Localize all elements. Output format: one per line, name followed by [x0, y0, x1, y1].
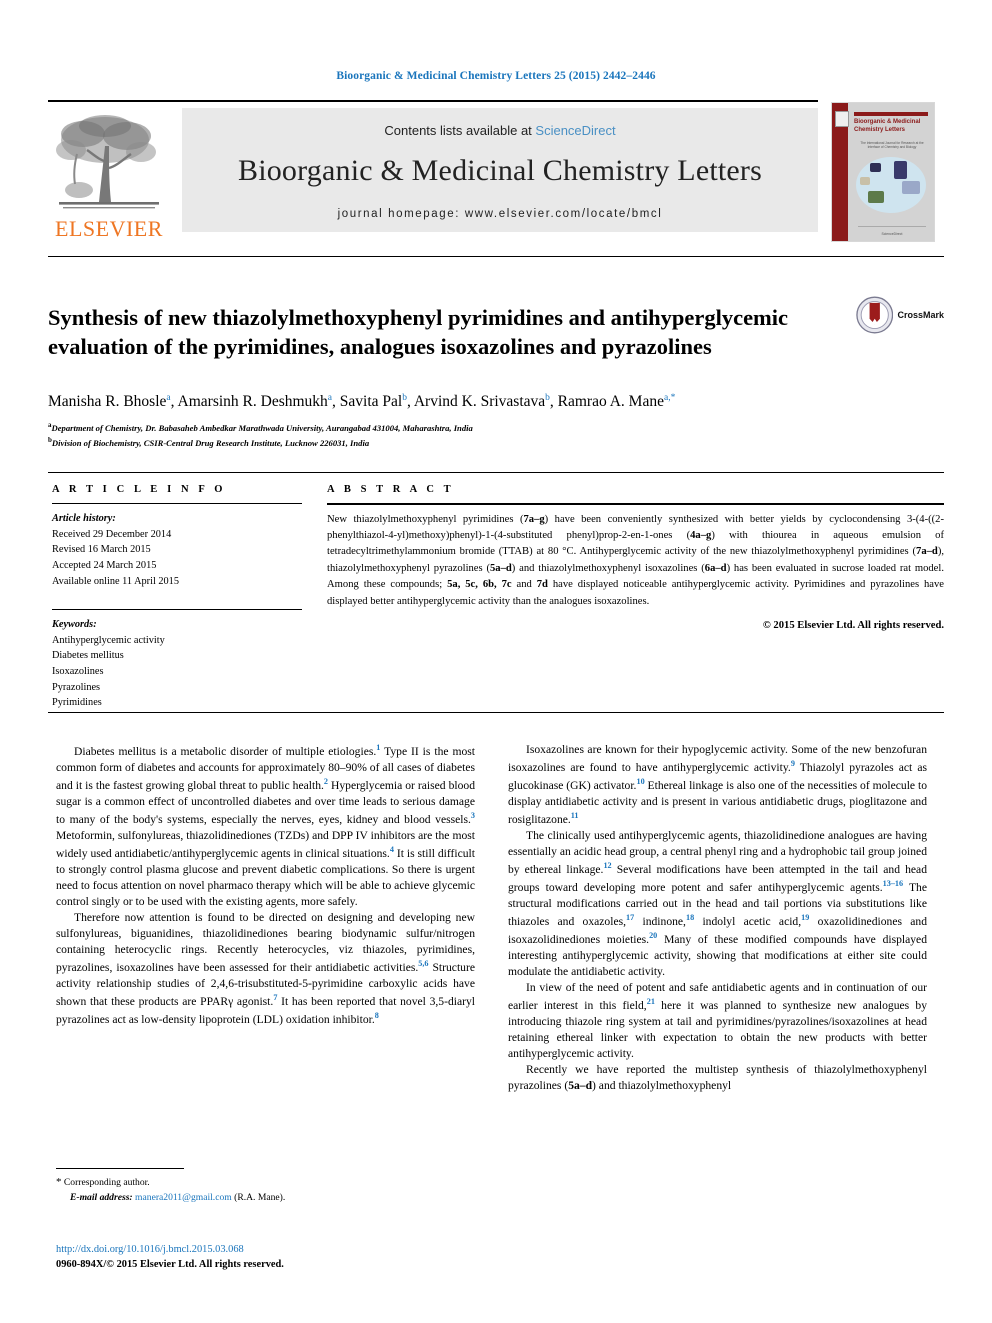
author-name: Manisha R. Bhosle	[48, 393, 167, 411]
keyword-item: Pyrimidines	[52, 697, 102, 709]
article-history-item: Received 29 December 2014	[52, 528, 172, 540]
journal-homepage[interactable]: journal homepage: www.elsevier.com/locat…	[338, 208, 663, 220]
cover-art-tile-1	[870, 163, 881, 172]
body-paragraph: The clinically used antihyperglycemic ag…	[508, 828, 928, 978]
keyword-item: Pyrazolines	[52, 681, 101, 693]
contents-prefix: Contents lists available at	[384, 122, 536, 138]
cover-art-tile-5	[860, 177, 870, 185]
article-history-item: Available online 11 April 2015	[52, 575, 179, 587]
cover-art-tile-3	[902, 181, 920, 194]
abstract-rule	[327, 503, 944, 505]
cover-journal-title: Bioorganic & Medicinal Chemistry Letters	[854, 119, 921, 133]
affiliation-text: Department of Chemistry, Dr. Babasaheb A…	[51, 422, 473, 433]
affiliation-item: bDivision of Biochemistry, CSIR-Central …	[48, 435, 944, 450]
cover-art-tile-4	[868, 191, 884, 203]
keywords-label: Keywords:	[52, 619, 97, 631]
article-history-item: Accepted 24 March 2015	[52, 559, 157, 571]
article-page: Bioorganic & Medicinal Chemistry Letters…	[0, 0, 992, 1323]
body-column-left: Diabetes mellitus is a metabolic disorde…	[56, 742, 475, 1028]
corresponding-author-text: Corresponding author.	[63, 1177, 150, 1188]
email-address-label: E-mail address:	[70, 1191, 133, 1203]
issn-copyright-line: 0960-894X/© 2015 Elsevier Ltd. All right…	[56, 1259, 284, 1271]
article-history-block: Article history: Received 29 December 20…	[52, 511, 302, 589]
affiliation-list: aDepartment of Chemistry, Dr. Babasaheb …	[48, 420, 944, 450]
body-paragraph: Isoxazolines are known for their hypogly…	[508, 743, 927, 826]
keyword-items: Antihyperglycemic activity Diabetes melli…	[52, 633, 302, 711]
footer-identifiers: http://dx.doi.org/10.1016/j.bmcl.2015.03…	[56, 1242, 556, 1272]
email-owner: (R.A. Mane).	[234, 1191, 286, 1203]
abstract-heading: A B S T R A C T	[327, 484, 455, 495]
crossmark-badge[interactable]: CrossMark	[856, 292, 944, 338]
crossmark-icon	[856, 296, 894, 334]
doi-link[interactable]: http://dx.doi.org/10.1016/j.bmcl.2015.03…	[56, 1242, 556, 1257]
cover-divider	[858, 226, 926, 227]
article-history-items: Received 29 December 2014 Revised 16 Marc…	[52, 527, 302, 590]
article-info-rule	[52, 503, 302, 504]
author-list: Manisha R. Bhoslea, Amarsinh R. Deshmukh…	[48, 393, 676, 411]
journal-cover-thumbnail[interactable]: Bioorganic & Medicinal Chemistry Letters…	[831, 102, 935, 242]
article-info-column: A R T I C L E I N F O Article history: R…	[52, 484, 302, 711]
author-affiliation-marker: b	[545, 393, 550, 403]
affiliation-text: Division of Biochemistry, CSIR-Central D…	[51, 438, 370, 449]
body-paragraph: In view of the need of potent and safe a…	[508, 980, 928, 1060]
body-column-right: Isoxazolines are known for their hypogly…	[508, 742, 927, 1094]
cover-art-tile-2	[894, 161, 907, 179]
article-info-heading: A R T I C L E I N F O	[52, 484, 227, 495]
cover-accent-bar	[854, 112, 928, 116]
running-head: Bioorganic & Medicinal Chemistry Letters…	[336, 70, 656, 82]
keyword-item: Isoxazolines	[52, 666, 104, 678]
keywords-rule	[52, 609, 302, 611]
abstract-copyright: © 2015 Elsevier Ltd. All rights reserved…	[762, 619, 944, 631]
elsevier-tree-icon	[56, 115, 159, 209]
author-affiliation-marker: a	[166, 393, 171, 403]
abstract-text: New thiazolylmethoxyphenyl pyrimidines (…	[327, 513, 945, 607]
elsevier-logo: ELSEVIER	[48, 108, 170, 240]
author-name: Amarsinh R. Deshmukh	[177, 393, 328, 411]
page-title: Synthesis of new thiazolylmethoxyphenyl …	[48, 305, 789, 360]
keywords-block: Keywords: Antihyperglycemic activity Diab…	[52, 617, 302, 711]
footnote-rule	[56, 1168, 184, 1169]
elsevier-wordmark: ELSEVIER	[55, 216, 163, 241]
article-history-item: Revised 16 March 2015	[52, 544, 151, 556]
title-section-rule	[48, 256, 944, 257]
author-name: Ramrao A. Mane	[557, 393, 664, 411]
author-name: Savita Pal	[339, 393, 403, 411]
author-email-link[interactable]: manera2011@gmail.com	[135, 1192, 232, 1203]
contents-available-line: Contents lists available at ScienceDirec…	[384, 123, 615, 138]
masthead-top-rule	[48, 100, 818, 102]
corresponding-author-footnote: * Corresponding author. E-mail address: …	[56, 1174, 475, 1205]
affiliation-item: aDepartment of Chemistry, Dr. Babasaheb …	[48, 420, 944, 435]
cover-publisher-badge	[835, 111, 849, 127]
journal-band: Contents lists available at ScienceDirec…	[182, 108, 818, 232]
sciencedirect-link[interactable]: ScienceDirect	[535, 123, 615, 138]
author-affiliation-marker: b	[402, 393, 407, 403]
body-paragraph: Recently we have reported the multistep …	[508, 1062, 927, 1092]
journal-masthead: ELSEVIER Contents lists available at Sci…	[48, 100, 944, 242]
body-paragraph: Therefore now attention is found to be d…	[56, 910, 476, 1026]
body-top-rule	[48, 712, 944, 713]
article-history-label: Article history:	[52, 513, 116, 524]
author-affiliation-marker: a	[327, 393, 333, 403]
cover-footer-brand: ScienceDirect	[881, 232, 903, 236]
footnote-line-1: * Corresponding author.	[56, 1174, 475, 1191]
author-affiliation-marker: a,*	[663, 393, 676, 403]
keyword-item: Diabetes mellitus	[52, 650, 124, 662]
journal-title: Bioorganic & Medicinal Chemistry Letters	[237, 153, 762, 187]
cover-subtitle: The International Journal for Research a…	[860, 141, 924, 150]
footnote-line-2: E-mail address: manera2011@gmail.com (R.…	[56, 1191, 475, 1205]
abstract-column: A B S T R A C T New thiazolylmethoxyphen…	[327, 484, 944, 631]
crossmark-label: CrossMark	[897, 310, 944, 320]
info-abstract-top-rule	[48, 472, 944, 473]
keyword-item: Antihyperglycemic activity	[52, 634, 165, 646]
author-name: Arvind K. Srivastava	[413, 393, 546, 411]
asterisk-icon: *	[56, 1176, 62, 1188]
body-paragraph: Diabetes mellitus is a metabolic disorde…	[56, 743, 476, 908]
